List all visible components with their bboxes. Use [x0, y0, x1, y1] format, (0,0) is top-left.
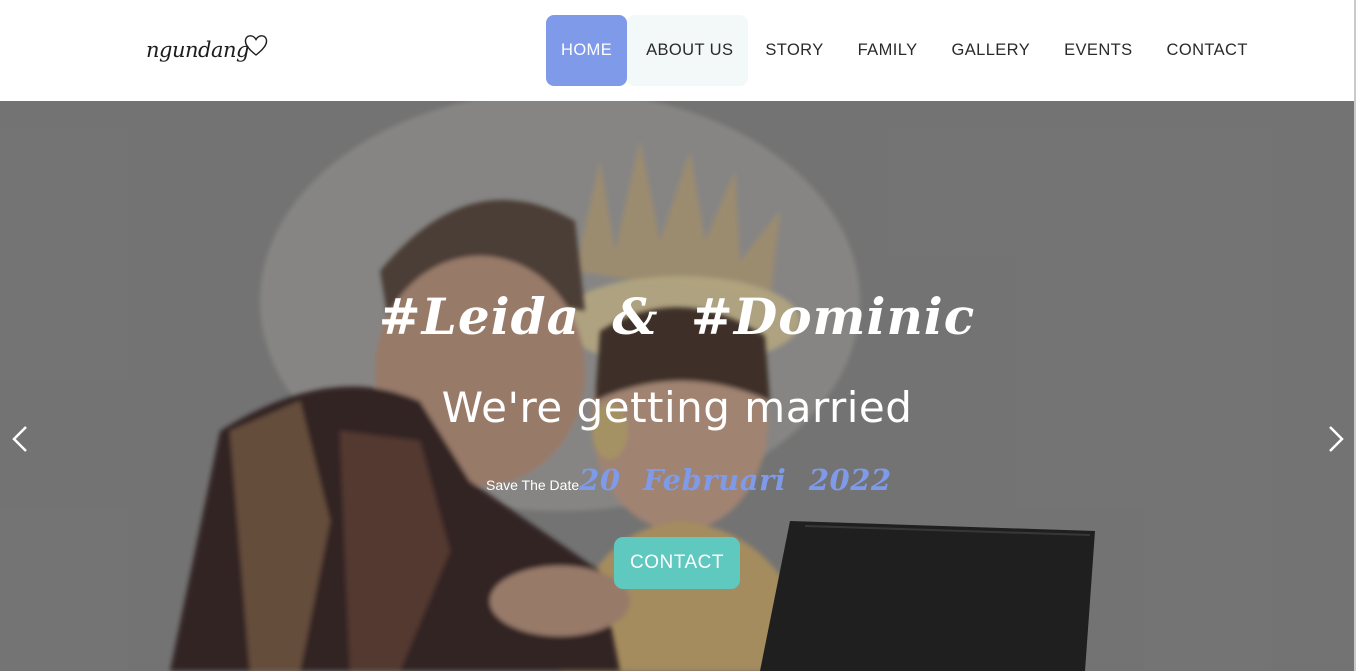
wedding-date: 20 Februari 2022: [579, 463, 892, 497]
main-nav: HOME ABOUT US STORY FAMILY GALLERY EVENT…: [546, 15, 1265, 86]
nav-family[interactable]: FAMILY: [841, 15, 935, 86]
nav-gallery[interactable]: GALLERY: [934, 15, 1047, 86]
nav-contact[interactable]: CONTACT: [1150, 15, 1265, 86]
nav-about-us[interactable]: ABOUT US: [627, 15, 749, 86]
heart-icon: [244, 35, 268, 56]
logo-text: ngundang: [146, 38, 249, 62]
nav-home[interactable]: HOME: [546, 15, 628, 86]
site-header: ngundang HOME ABOUT US STORY FAMILY GALL…: [0, 0, 1354, 101]
nav-events[interactable]: EVENTS: [1047, 15, 1149, 86]
nav-story[interactable]: STORY: [748, 15, 840, 86]
save-the-date-label: Save The Date: [486, 477, 580, 493]
logo[interactable]: ngundang: [146, 32, 269, 61]
contact-button[interactable]: CONTACT: [614, 537, 740, 589]
hero-carousel: #Leida & #Dominic We're getting married …: [0, 101, 1354, 671]
save-the-date: Save The Date 20 Februari 2022: [486, 463, 892, 497]
hero-subtitle: We're getting married: [441, 383, 913, 432]
couple-names: #Leida & #Dominic: [378, 287, 976, 346]
